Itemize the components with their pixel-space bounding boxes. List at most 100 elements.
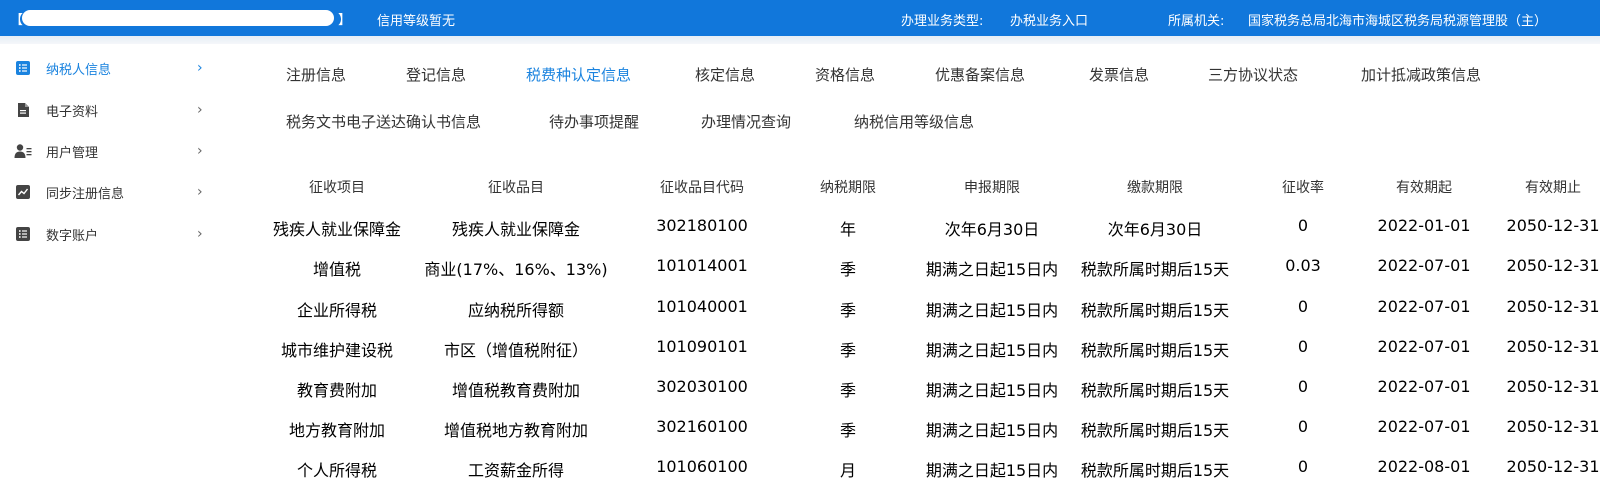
chevron-right-icon: › — [197, 143, 203, 159]
column-header: 申报期限 — [964, 180, 1020, 196]
org-label: 所属机关: — [1168, 14, 1225, 29]
taxpayer-name-bracket-right: 】 — [338, 13, 352, 28]
tab-record-info[interactable]: 登记信息 — [406, 64, 466, 85]
table-cell: 期满之日起15日内 — [925, 341, 1059, 360]
taxpayer-name-redacted — [22, 10, 334, 26]
tab-tax-type-recognition[interactable]: 税费种认定信息 — [526, 64, 631, 85]
column-header: 纳税期限 — [820, 180, 876, 196]
user-manage-icon — [14, 142, 32, 160]
table-cell: 0 — [1297, 297, 1309, 316]
top-bar: 【 】 信用等级暂无 办理业务类型: 办税业务入口 所属机关: 国家税务总局北海… — [0, 0, 1600, 36]
column-header: 有效期起 — [1396, 180, 1452, 196]
line-chart-icon — [14, 183, 32, 201]
table-cell: 2050-12-31 — [1506, 457, 1600, 476]
table-cell: 2050-12-31 — [1506, 377, 1600, 396]
table-cell: 税款所属时期后15天 — [1080, 421, 1230, 440]
table-cell: 税款所属时期后15天 — [1080, 341, 1230, 360]
table-cell: 税款所属时期后15天 — [1080, 301, 1230, 320]
tab-todo-reminder[interactable]: 待办事项提醒 — [549, 111, 639, 132]
table-cell: 302180100 — [656, 216, 748, 235]
table-cell: 次年6月30日 — [1107, 220, 1203, 239]
document-icon — [14, 101, 32, 119]
tab-registration-info[interactable]: 注册信息 — [286, 64, 346, 85]
table-cell: 2050-12-31 — [1506, 417, 1600, 436]
table-cell: 增值税教育费附加 — [451, 381, 581, 400]
table-cell: 0 — [1297, 337, 1309, 356]
table-cell: 季 — [839, 260, 857, 279]
sidebar-item-user-management[interactable]: 用户管理 › — [0, 133, 234, 169]
column-header: 有效期止 — [1525, 180, 1581, 196]
tab-qualification-info[interactable]: 资格信息 — [815, 64, 875, 85]
tab-handling-status[interactable]: 办理情况查询 — [701, 111, 791, 132]
table-cell: 2050-12-31 — [1506, 337, 1600, 356]
table-cell: 期满之日起15日内 — [925, 381, 1059, 400]
table-cell: 0.03 — [1285, 256, 1321, 275]
top-bar-divider — [0, 36, 1600, 44]
table-cell: 增值税 — [312, 260, 362, 279]
list-icon — [14, 225, 32, 243]
tab-assessment-info[interactable]: 核定信息 — [695, 64, 755, 85]
table-cell: 0 — [1297, 457, 1309, 476]
table-cell: 2022-07-01 — [1377, 256, 1471, 275]
table-cell: 2022-07-01 — [1377, 337, 1471, 356]
table-cell: 残疾人就业保障金 — [272, 220, 402, 239]
table-cell: 2022-07-01 — [1377, 417, 1471, 436]
table-cell: 2050-12-31 — [1506, 256, 1600, 275]
table-cell: 增值税地方教育附加 — [443, 421, 589, 440]
business-type-value[interactable]: 办税业务入口 — [1010, 10, 1088, 29]
sidebar-item-taxpayer-info[interactable]: 纳税人信息 › — [0, 50, 234, 86]
table-cell: 101014001 — [656, 256, 748, 275]
sidebar-item-label: 同步注册信息 — [46, 186, 125, 202]
tab-tripartite-agreement[interactable]: 三方协议状态 — [1208, 64, 1298, 85]
table-cell: 次年6月30日 — [944, 220, 1040, 239]
tab-additional-deduction[interactable]: 加计抵减政策信息 — [1361, 64, 1481, 85]
table-cell: 税款所属时期后15天 — [1080, 381, 1230, 400]
org-value: 国家税务总局北海市海城区税务局税源管理股（主） — [1248, 14, 1548, 29]
sidebar-item-electronic-docs[interactable]: 电子资料 › — [0, 92, 234, 128]
column-header: 缴款期限 — [1127, 180, 1183, 196]
table-cell: 0 — [1297, 377, 1309, 396]
sidebar-item-label: 电子资料 — [46, 104, 99, 120]
list-icon — [14, 59, 32, 77]
table-cell: 期满之日起15日内 — [925, 461, 1059, 480]
chevron-right-icon: › — [197, 184, 203, 200]
table-cell: 季 — [839, 301, 857, 320]
sidebar-item-label: 用户管理 — [46, 145, 99, 161]
table-cell: 月 — [839, 461, 857, 480]
column-header: 征收品目代码 — [660, 180, 744, 196]
table-cell: 城市维护建设税 — [280, 341, 394, 360]
table-cell: 企业所得税 — [296, 301, 378, 320]
table-cell: 302160100 — [656, 417, 748, 436]
table-cell: 2022-08-01 — [1377, 457, 1471, 476]
table-cell: 2022-01-01 — [1377, 216, 1471, 235]
table-cell: 季 — [839, 341, 857, 360]
table-cell: 期满之日起15日内 — [925, 260, 1059, 279]
credit-level-text: 信用等级暂无 — [377, 14, 456, 29]
sidebar-item-sync-registration[interactable]: 同步注册信息 › — [0, 174, 234, 210]
table-cell: 税款所属时期后15天 — [1080, 461, 1230, 480]
table-cell: 101040001 — [656, 297, 748, 316]
table-cell: 地方教育附加 — [288, 421, 386, 440]
table-cell: 101090101 — [656, 337, 748, 356]
tab-e-delivery-confirmation[interactable]: 税务文书电子送达确认书信息 — [286, 111, 481, 132]
business-type-label: 办理业务类型: — [901, 14, 984, 29]
sidebar-item-label: 数字账户 — [46, 228, 99, 244]
table-cell: 0 — [1297, 417, 1309, 436]
tab-invoice-info[interactable]: 发票信息 — [1089, 64, 1149, 85]
table-cell: 2050-12-31 — [1506, 216, 1600, 235]
tab-preferential-filing[interactable]: 优惠备案信息 — [935, 64, 1025, 85]
table-cell: 2022-07-01 — [1377, 377, 1471, 396]
sidebar-item-label: 纳税人信息 — [46, 62, 112, 78]
column-header: 征收品目 — [488, 180, 544, 196]
table-cell: 工资薪金所得 — [467, 461, 565, 480]
table-cell: 市区（增值税附征） — [443, 341, 589, 360]
table-cell: 101060100 — [656, 457, 748, 476]
table-cell: 季 — [839, 421, 857, 440]
column-header: 征收率 — [1282, 180, 1324, 196]
table-cell: 0 — [1297, 216, 1309, 235]
table-cell: 教育费附加 — [296, 381, 378, 400]
tab-credit-rating[interactable]: 纳税信用等级信息 — [854, 111, 974, 132]
sidebar-item-digital-account[interactable]: 数字账户 › — [0, 216, 234, 252]
table-cell: 年 — [839, 220, 857, 239]
table-cell: 应纳税所得额 — [467, 301, 565, 320]
